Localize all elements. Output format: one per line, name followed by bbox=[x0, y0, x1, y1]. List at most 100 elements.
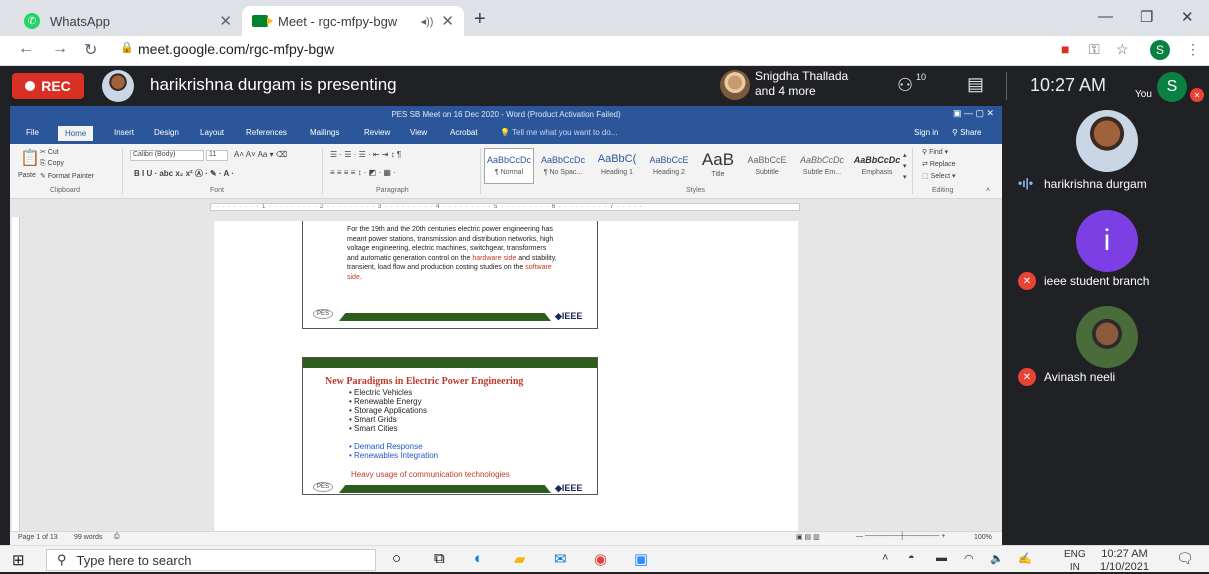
search-placeholder: Type here to search bbox=[76, 552, 192, 568]
proofing-icon[interactable]: ⎙ bbox=[114, 533, 120, 541]
new-tab-button[interactable]: + bbox=[474, 8, 486, 31]
word-ribbon-tabs: File Home Insert Design Layout Reference… bbox=[10, 124, 1002, 144]
cut-button[interactable]: ✂ Cut bbox=[40, 148, 59, 156]
tab-mailings[interactable]: Mailings bbox=[310, 128, 339, 137]
tab-whatsapp[interactable]: ✆ WhatsApp ✕ bbox=[14, 6, 242, 36]
style-name: ¶ Normal bbox=[494, 169, 524, 176]
paste-icon[interactable]: 📋 bbox=[20, 148, 40, 168]
back-icon[interactable]: ← bbox=[18, 40, 34, 58]
tab-review[interactable]: Review bbox=[364, 128, 390, 137]
reload-icon[interactable]: ↻ bbox=[84, 40, 97, 60]
style-subtitle[interactable]: AaBbCcE Subtitle bbox=[742, 148, 792, 184]
tab-insert[interactable]: Insert bbox=[114, 128, 134, 137]
menu-kebab-icon[interactable]: ⋮ bbox=[1186, 41, 1200, 58]
share-button[interactable]: ⚲ Share bbox=[952, 128, 981, 137]
copy-button[interactable]: ⎘ Copy bbox=[40, 160, 64, 168]
bullet-text: Electric Vehicles bbox=[354, 388, 413, 397]
pen-icon[interactable]: ✍ bbox=[1018, 552, 1032, 565]
taskbar-search[interactable]: ⚲ Type here to search bbox=[46, 549, 376, 571]
minimize-icon[interactable]: — bbox=[1098, 8, 1113, 25]
tab-acrobat[interactable]: Acrobat bbox=[450, 128, 478, 137]
key-icon[interactable]: ⚿ bbox=[1089, 41, 1100, 58]
tab-view[interactable]: View bbox=[410, 128, 427, 137]
profile-avatar[interactable]: S bbox=[1150, 40, 1170, 60]
style-title[interactable]: AaB Title bbox=[696, 148, 740, 184]
style-name: Subtitle bbox=[755, 169, 779, 176]
font-format-icons[interactable]: B I U · abc x₂ x² Ⓐ · ✎ · A · bbox=[134, 168, 234, 179]
url-field[interactable]: meet.google.com/rgc-mfpy-bgw bbox=[138, 41, 334, 57]
tell-me-search[interactable]: 💡 Tell me what you want to do... bbox=[500, 128, 617, 137]
forward-icon[interactable]: → bbox=[52, 40, 68, 58]
zoom-app-icon[interactable]: ▣ bbox=[634, 550, 648, 568]
select-button[interactable]: ⬚ Select ▾ bbox=[922, 172, 956, 180]
volume-icon[interactable]: 🔈 bbox=[990, 552, 1004, 565]
style-sample: AaBbCcDc bbox=[540, 155, 585, 165]
word-count[interactable]: 99 words bbox=[74, 534, 102, 541]
window-close-icon[interactable]: ✕ bbox=[1181, 8, 1194, 26]
windows-start-icon[interactable]: ⊞ bbox=[12, 551, 25, 569]
style-subtle-emphasis[interactable]: AaBbCcDc Subtle Em... bbox=[794, 148, 850, 184]
battery-icon[interactable]: ▬ bbox=[936, 552, 947, 564]
font-size-select[interactable]: 11 bbox=[206, 150, 228, 161]
zoom-level[interactable]: 100% bbox=[974, 534, 992, 541]
shared-word-window: PES SB Meet on 16 Dec 2020 - Word (Produ… bbox=[10, 106, 1002, 545]
tray-chevron-icon[interactable]: ˄ bbox=[882, 552, 888, 564]
wifi-icon[interactable]: ◠ bbox=[964, 552, 974, 565]
lock-icon[interactable]: 🔒 bbox=[120, 41, 134, 54]
view-mode-icons[interactable]: ▣ ▤ ▥ bbox=[796, 533, 820, 541]
tray-app-icon[interactable]: ◓ bbox=[908, 552, 915, 564]
self-avatar[interactable]: S bbox=[1157, 72, 1187, 102]
list-icons[interactable]: ☰ · ☰ · ☰ · ⇤ ⇥ ↕ ¶ bbox=[330, 150, 401, 159]
bookmark-star-icon[interactable]: ☆ bbox=[1116, 41, 1129, 58]
people-icon[interactable]: ⚇ bbox=[897, 75, 913, 96]
close-tab-icon[interactable]: ✕ bbox=[441, 12, 454, 30]
close-tab-icon[interactable]: ✕ bbox=[219, 12, 232, 30]
style-heading-1[interactable]: AaBbC(Heading 1 bbox=[592, 148, 642, 184]
tab-meet[interactable]: Meet - rgc-mfpy-bgw ◂)) ✕ bbox=[242, 6, 464, 36]
style-heading-2[interactable]: AaBbCcE Heading 2 bbox=[644, 148, 694, 184]
task-view-icon[interactable]: ⧉ bbox=[434, 550, 445, 567]
restore-icon[interactable]: ❐ bbox=[1140, 8, 1153, 26]
sign-in-link[interactable]: Sign in bbox=[914, 128, 938, 137]
align-icons[interactable]: ≡ ≡ ≡ ≡ ↕ · ◩ · ▦ · bbox=[330, 168, 396, 177]
file-explorer-icon[interactable]: ▰ bbox=[514, 550, 526, 568]
meet-header: REC harikrishna durgam is presenting Sni… bbox=[0, 66, 1209, 106]
style-no-spacing[interactable]: AaBbCcDc ¶ No Spac... bbox=[536, 148, 590, 184]
tab-layout[interactable]: Layout bbox=[200, 128, 224, 137]
tab-references[interactable]: References bbox=[246, 128, 287, 137]
tab-design[interactable]: Design bbox=[154, 128, 179, 137]
vertical-ruler[interactable] bbox=[12, 217, 20, 531]
tray-clock[interactable]: 10:27 AM 1/10/2021 bbox=[1100, 548, 1149, 574]
cortana-icon[interactable]: ○ bbox=[392, 550, 401, 567]
collapse-ribbon-icon[interactable]: ˄ bbox=[986, 187, 990, 194]
tab-home[interactable]: Home bbox=[58, 126, 94, 141]
find-button[interactable]: ⚲ Find ▾ bbox=[922, 148, 948, 156]
style-emphasis[interactable]: AaBbCcDc Emphasis bbox=[852, 148, 902, 184]
people-count: 10 bbox=[916, 72, 927, 82]
participants-summary[interactable]: Snigdha Thallada and 4 more bbox=[755, 69, 848, 99]
horizontal-ruler[interactable]: · · · · · · · · · 1 · · · · · · · · · 2 … bbox=[210, 203, 800, 211]
notifications-icon[interactable]: 🗨 bbox=[1176, 550, 1194, 567]
edge-icon[interactable]: ◐ bbox=[474, 550, 483, 567]
lang-code: ENG bbox=[1064, 549, 1086, 560]
tab-file[interactable]: File bbox=[26, 128, 39, 137]
page-count[interactable]: Page 1 of 13 bbox=[18, 534, 58, 541]
document-page[interactable]: For the 19th and the 20th centuries elec… bbox=[214, 221, 798, 531]
paste-button[interactable]: Paste bbox=[18, 172, 36, 179]
camera-blocked-icon[interactable]: ■ bbox=[1061, 41, 1069, 57]
language-indicator[interactable]: ENG IN bbox=[1064, 548, 1086, 574]
chat-icon[interactable]: ▤ bbox=[967, 74, 984, 95]
audio-icon[interactable]: ◂)) bbox=[421, 15, 434, 28]
style-sample: AaBbC( bbox=[597, 153, 637, 165]
styles-scroll-icon[interactable]: ▴ ▾ ▾ bbox=[903, 150, 907, 183]
font-name-select[interactable]: Calibri (Body) bbox=[130, 150, 204, 161]
style-normal[interactable]: AaBbCcDc ¶ Normal bbox=[484, 148, 534, 184]
font-tools-icon[interactable]: A˄ A˅ Aa ▾ ⌫ bbox=[234, 150, 287, 159]
format-painter-button[interactable]: ✎ Format Painter bbox=[40, 172, 94, 180]
word-window-controls-icon[interactable]: ▣ — ▢ ✕ bbox=[953, 108, 994, 119]
slide2-footnote: Heavy usage of communication technologie… bbox=[351, 470, 510, 479]
chrome-icon[interactable]: ◉ bbox=[594, 550, 607, 568]
replace-button[interactable]: ⇄ Replace bbox=[922, 160, 956, 168]
zoom-slider[interactable]: — ───────┼─────── + bbox=[856, 533, 945, 540]
mail-icon[interactable]: ✉ bbox=[554, 550, 567, 568]
